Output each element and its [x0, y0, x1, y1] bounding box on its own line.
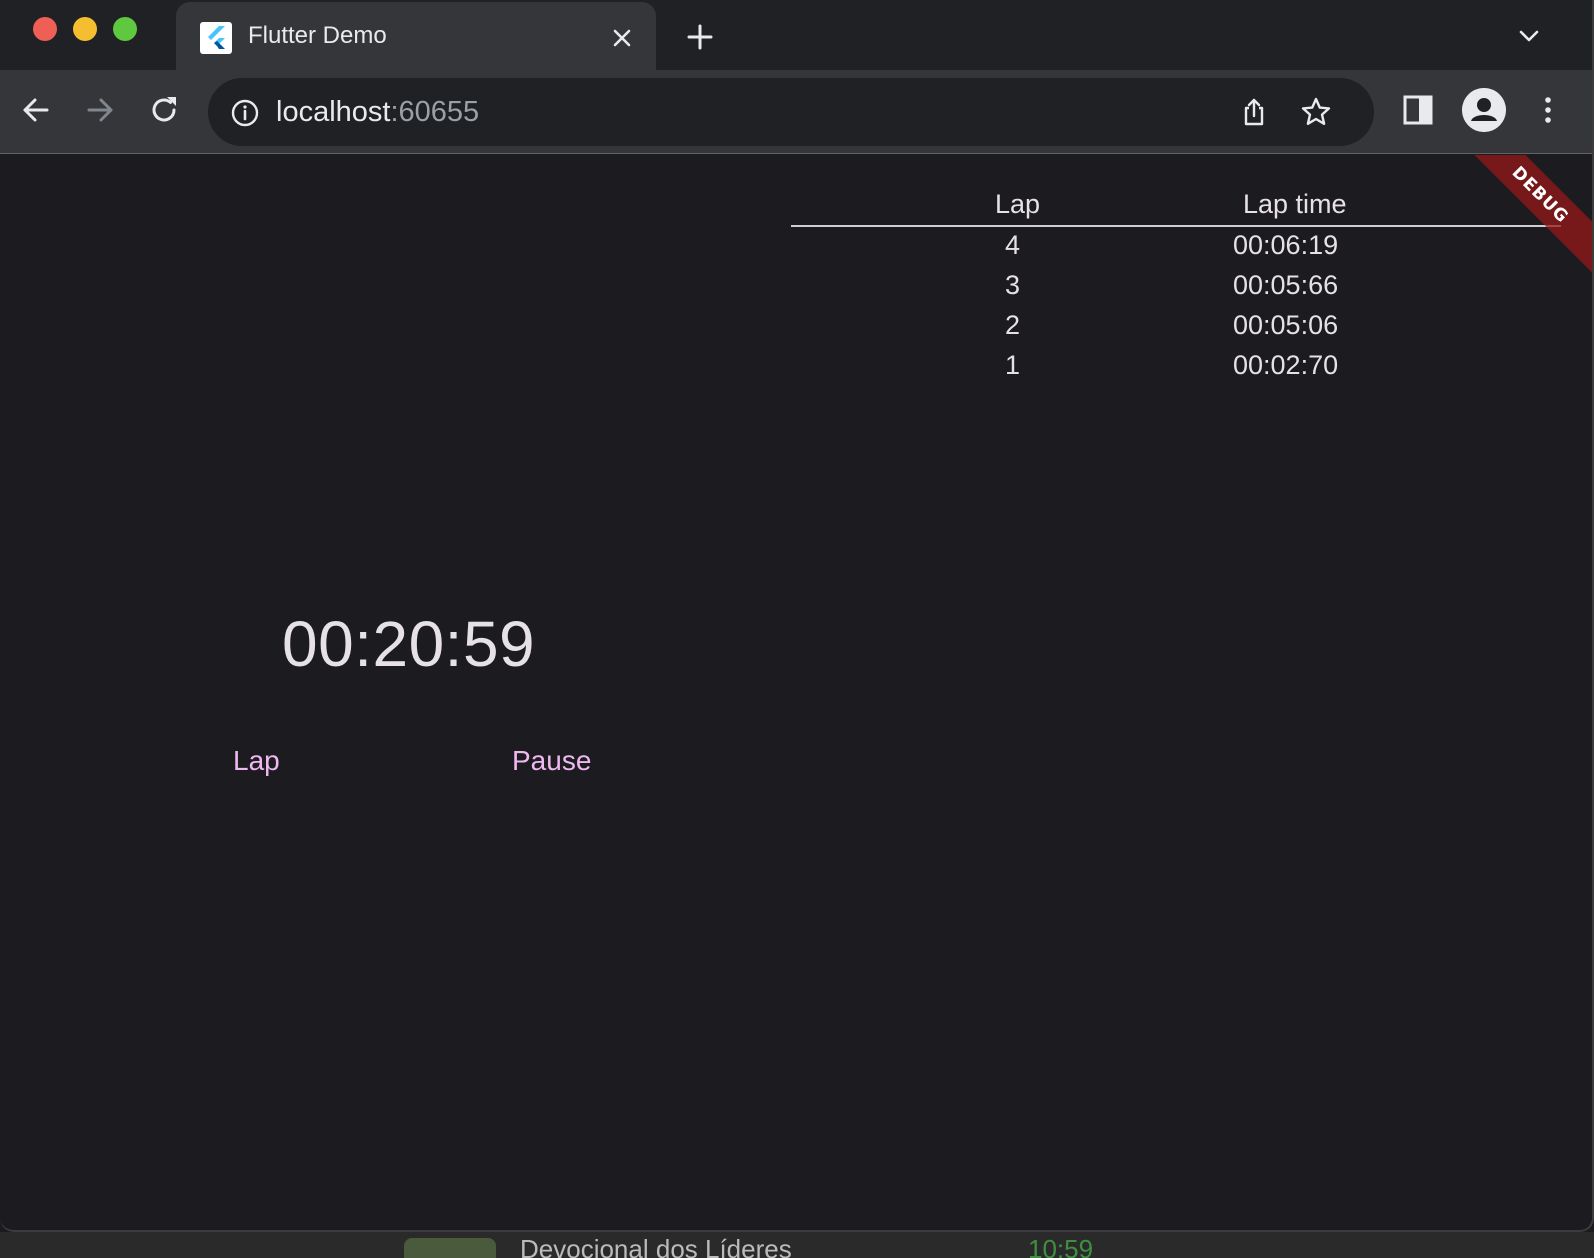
kebab-menu-icon[interactable] — [1530, 92, 1566, 128]
lap-button[interactable]: Lap — [233, 745, 280, 777]
lap-time: 00:06:19 — [1233, 230, 1339, 260]
lap-time: 00:05:66 — [1233, 270, 1339, 300]
lap-table-header: Lap Lap time — [791, 183, 1561, 227]
url-port: :60655 — [390, 96, 480, 128]
arrow-right-icon[interactable] — [82, 92, 118, 128]
table-row: 4 00:06:19 — [791, 227, 1561, 267]
flutter-logo-icon — [200, 22, 232, 54]
maximize-window-button[interactable] — [113, 17, 137, 41]
background-window-strip: Devocional dos Líderes 10:59 — [0, 1232, 1594, 1258]
info-icon[interactable] — [230, 98, 260, 128]
lap-time: 00:05:06 — [1233, 310, 1339, 340]
url-text: localhost:60655 — [276, 96, 479, 129]
lap-column-header: Lap — [995, 189, 1041, 219]
arrow-left-icon[interactable] — [18, 92, 54, 128]
tab-title: Flutter Demo — [248, 22, 387, 49]
background-window-text: Devocional dos Líderes — [520, 1234, 792, 1258]
star-icon[interactable] — [1300, 96, 1332, 128]
table-row: 2 00:05:06 — [791, 307, 1561, 347]
profile-icon[interactable] — [1462, 88, 1506, 132]
background-window-time: 10:59 — [1028, 1234, 1094, 1258]
tab-strip: Flutter Demo — [0, 0, 1594, 70]
plus-icon[interactable] — [684, 21, 716, 53]
minimize-window-button[interactable] — [73, 17, 97, 41]
chevron-down-icon[interactable] — [1515, 22, 1543, 50]
url-host: localhost — [276, 96, 391, 128]
table-row: 3 00:05:66 — [791, 267, 1561, 307]
lap-table: Lap Lap time 4 00:06:19 3 00:05:66 2 00:… — [791, 183, 1561, 387]
lap-time: 00:02:70 — [1233, 350, 1339, 380]
browser-window: Flutter Demo localhost:60655 Lap Lap tim… — [0, 0, 1594, 1258]
pause-button[interactable]: Pause — [512, 745, 591, 777]
browser-toolbar: localhost:60655 — [0, 70, 1594, 154]
elapsed-time-display: 00:20:59 — [282, 608, 536, 680]
lap-number: 3 — [1005, 270, 1021, 300]
side-panel-icon[interactable] — [1400, 92, 1436, 128]
tab-flutter-demo[interactable]: Flutter Demo — [176, 2, 656, 70]
lap-number: 1 — [1005, 350, 1021, 380]
lap-number: 2 — [1005, 310, 1021, 340]
share-icon[interactable] — [1238, 96, 1270, 128]
app-viewport: Lap Lap time 4 00:06:19 3 00:05:66 2 00:… — [0, 155, 1594, 1258]
close-icon[interactable] — [608, 24, 636, 52]
address-bar[interactable]: localhost:60655 — [208, 78, 1374, 146]
reload-icon[interactable] — [146, 92, 182, 128]
table-row: 1 00:02:70 — [791, 347, 1561, 387]
lap-time-column-header: Lap time — [1243, 189, 1347, 219]
close-window-button[interactable] — [33, 17, 57, 41]
lap-number: 4 — [1005, 230, 1021, 260]
background-thumbnail — [404, 1238, 496, 1258]
